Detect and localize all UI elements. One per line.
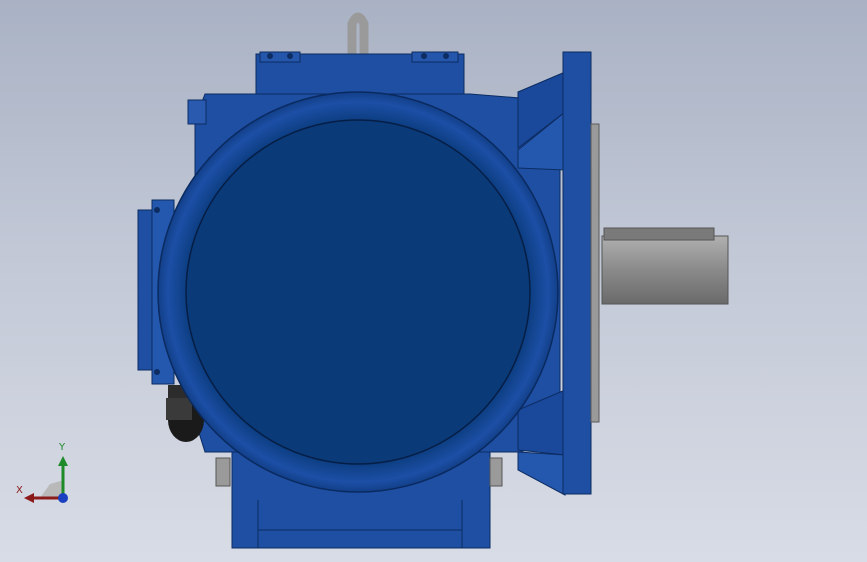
output-shaft xyxy=(601,227,729,305)
triad-x-label: X xyxy=(16,485,23,496)
output-flange xyxy=(562,51,600,495)
triad-y-label: Y xyxy=(59,442,66,453)
motor-end-cover xyxy=(157,91,559,493)
graphics-viewport[interactable]: Y X xyxy=(0,0,867,562)
coordinate-triad: Y X xyxy=(10,440,80,510)
gear-motor-model[interactable] xyxy=(0,0,867,562)
triad-axes-icon xyxy=(24,456,68,503)
